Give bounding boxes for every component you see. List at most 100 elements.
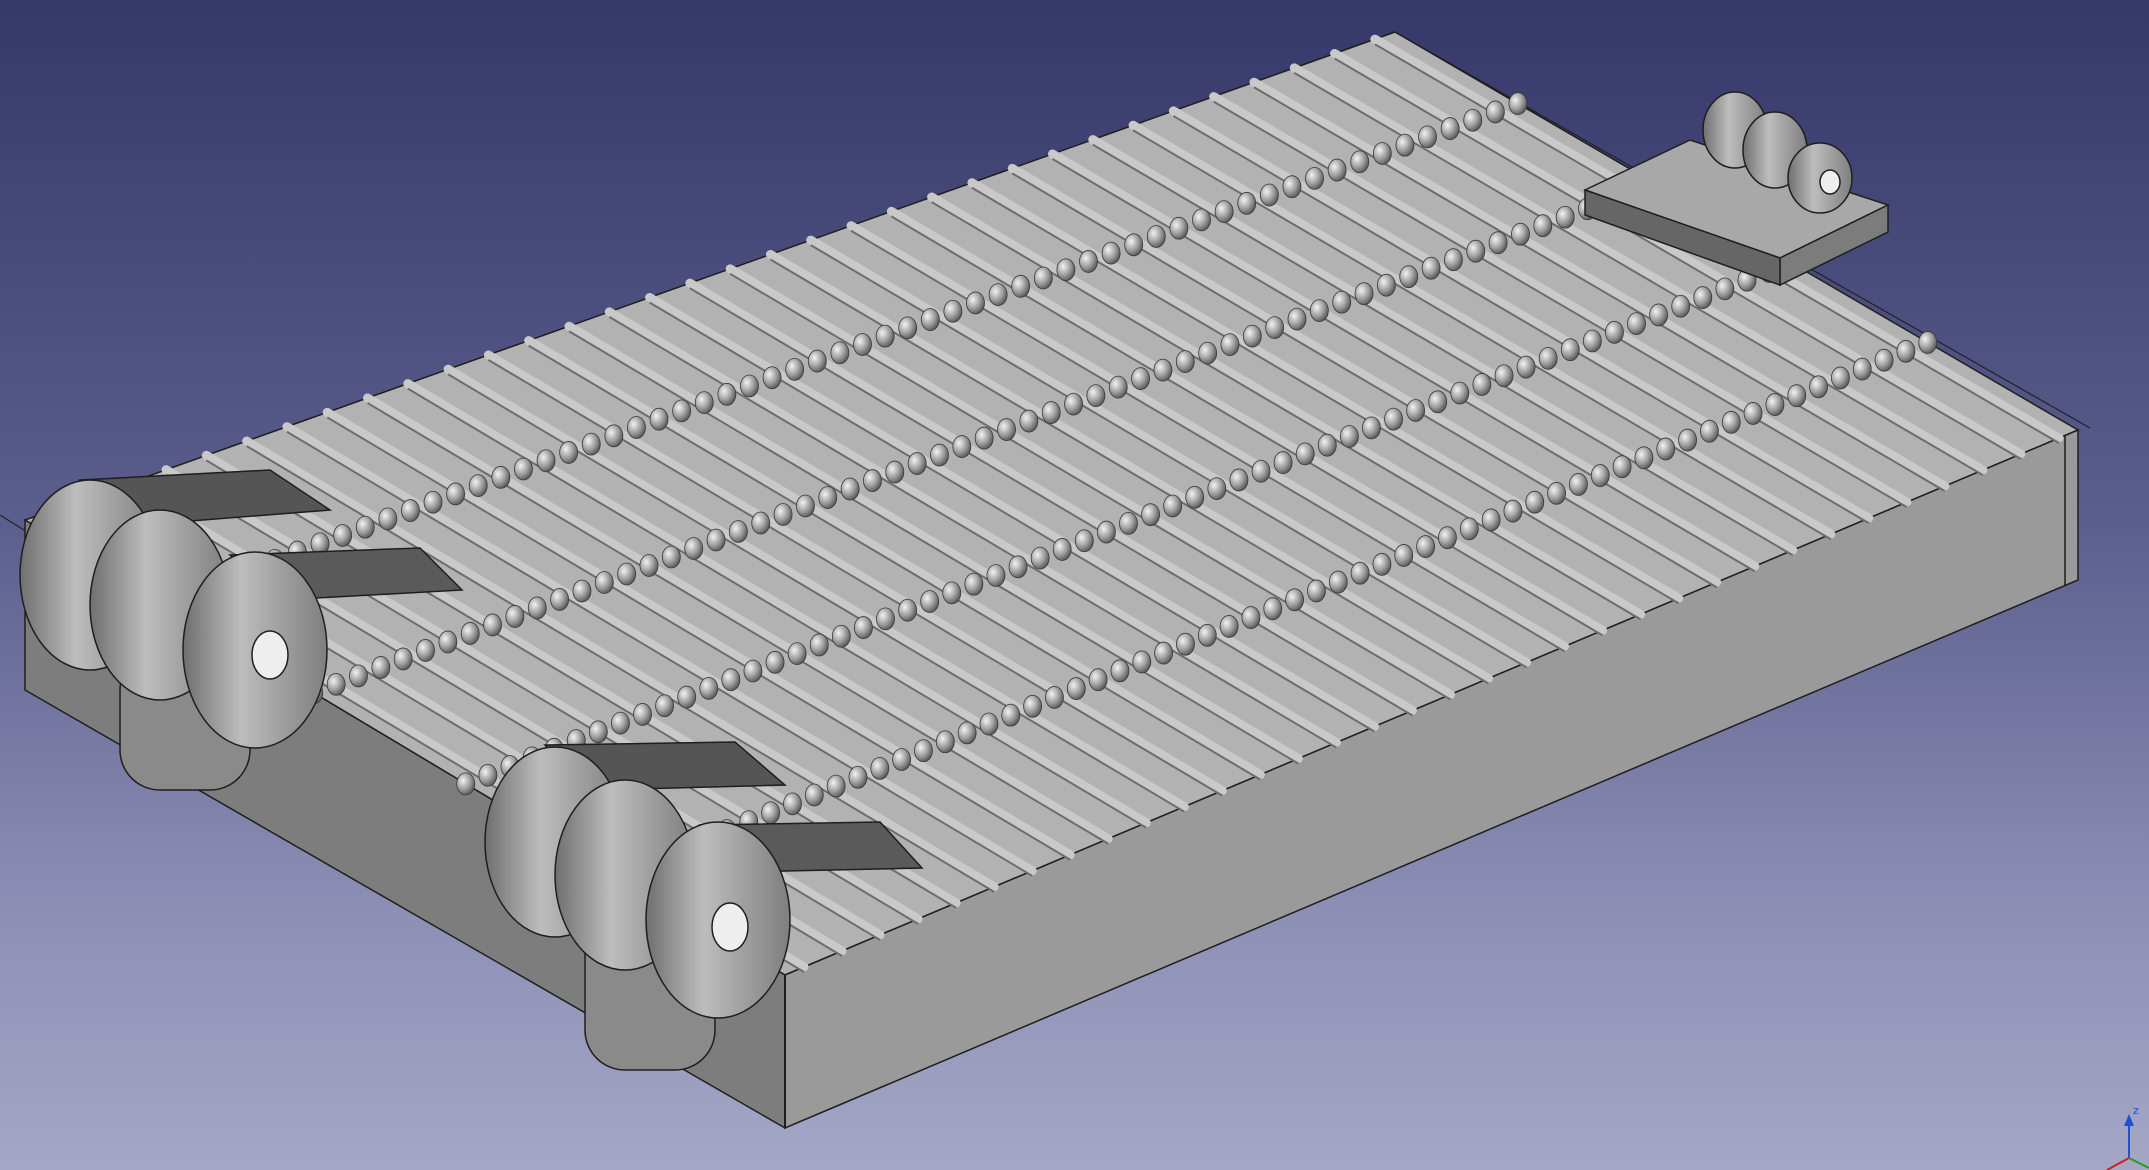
weld-bead (478, 763, 498, 787)
weld-bead (1485, 100, 1505, 124)
weld-bead (594, 571, 614, 594)
hinge-hole (711, 902, 749, 952)
weld-bead (796, 494, 815, 518)
weld-bead (1481, 508, 1501, 532)
weld-bead (1743, 402, 1763, 425)
weld-bead (572, 579, 592, 603)
weld-bead (1154, 641, 1174, 665)
weld-bead (1011, 274, 1031, 298)
weld-bead (1108, 375, 1128, 399)
weld-bead (1282, 175, 1302, 199)
weld-bead (1787, 384, 1807, 408)
weld-bead (617, 562, 637, 586)
weld-bead (920, 308, 940, 331)
weld-bead (1096, 520, 1116, 544)
weld-bead (1428, 390, 1448, 414)
weld-bead (1693, 286, 1713, 309)
weld-bead (1508, 92, 1528, 116)
weld-bead (1317, 433, 1337, 457)
weld-bead (1488, 231, 1508, 255)
weld-bead (898, 598, 917, 622)
weld-bead (1074, 529, 1094, 553)
weld-bead (728, 520, 748, 543)
weld-bead (559, 441, 579, 464)
weld-bead (892, 748, 912, 771)
hinge-hole (251, 630, 289, 680)
weld-bead (1008, 555, 1028, 579)
weld-bead (684, 537, 704, 560)
weld-bead (1627, 312, 1646, 336)
weld-bead (1450, 381, 1470, 405)
weld-bead (1132, 650, 1152, 674)
weld-bead (875, 324, 895, 348)
weld-bead (1229, 468, 1249, 492)
3d-viewport[interactable]: z (0, 0, 2149, 1170)
weld-bead (1700, 419, 1719, 443)
weld-bead (649, 407, 669, 431)
weld-bead (1384, 407, 1403, 431)
weld-bead (438, 630, 458, 654)
weld-bead (333, 524, 353, 547)
weld-bead (1582, 329, 1602, 353)
weld-bead (1612, 455, 1632, 479)
weld-bead (1809, 375, 1828, 399)
weld-bead (751, 511, 771, 535)
weld-bead (1030, 546, 1050, 570)
weld-bead (1350, 561, 1370, 585)
weld-bead (694, 391, 714, 414)
weld-bead (1265, 316, 1285, 340)
weld-bead (1066, 677, 1086, 700)
weld-bead (1852, 357, 1872, 381)
weld-bead (765, 650, 785, 674)
weld-bead (785, 357, 805, 381)
weld-bead (1395, 133, 1415, 157)
weld-bead (1086, 384, 1106, 407)
weld-bead (1765, 393, 1785, 416)
weld-bead (863, 469, 882, 492)
weld-bead (446, 482, 466, 506)
weld-bead (1525, 490, 1545, 514)
weld-bead (1605, 320, 1624, 344)
weld-bead (699, 676, 719, 700)
weld-bead (1045, 686, 1064, 709)
weld-bead (1656, 437, 1676, 461)
weld-bead (943, 299, 963, 323)
weld-bead (743, 659, 763, 683)
weld-bead (1176, 632, 1195, 656)
weld-bead (1416, 535, 1435, 558)
weld-bead (870, 757, 890, 780)
weld-bead (1237, 191, 1257, 215)
weld-bead (514, 457, 533, 481)
weld-bead (1350, 150, 1370, 174)
model-scene[interactable] (0, 0, 2149, 1170)
weld-bead (491, 465, 511, 489)
weld-bead (997, 418, 1016, 441)
weld-bead (952, 435, 972, 458)
weld-bead (1124, 233, 1144, 257)
weld-bead (1033, 266, 1053, 290)
weld-bead (1463, 108, 1483, 132)
weld-bead (1305, 166, 1324, 190)
weld-bead (1438, 526, 1457, 550)
weld-bead (706, 528, 726, 552)
weld-bead (966, 291, 985, 315)
weld-bead (848, 765, 868, 789)
weld-bead (854, 616, 873, 639)
weld-bead (1101, 241, 1121, 265)
weld-bead (505, 605, 525, 628)
weld-bead (639, 554, 659, 577)
weld-bead (371, 656, 391, 679)
weld-bead (907, 452, 927, 475)
weld-bead (1494, 364, 1514, 388)
weld-bead (1327, 158, 1347, 182)
weld-bead (920, 590, 940, 613)
weld-bead (1064, 392, 1083, 416)
weld-bead (1511, 222, 1530, 246)
weld-bead (1896, 339, 1916, 363)
weld-bead (1141, 503, 1160, 527)
weld-bead (1263, 597, 1283, 621)
weld-bead (974, 426, 994, 450)
weld-bead (677, 685, 697, 709)
weld-bead (721, 668, 741, 692)
weld-bead (661, 545, 681, 569)
